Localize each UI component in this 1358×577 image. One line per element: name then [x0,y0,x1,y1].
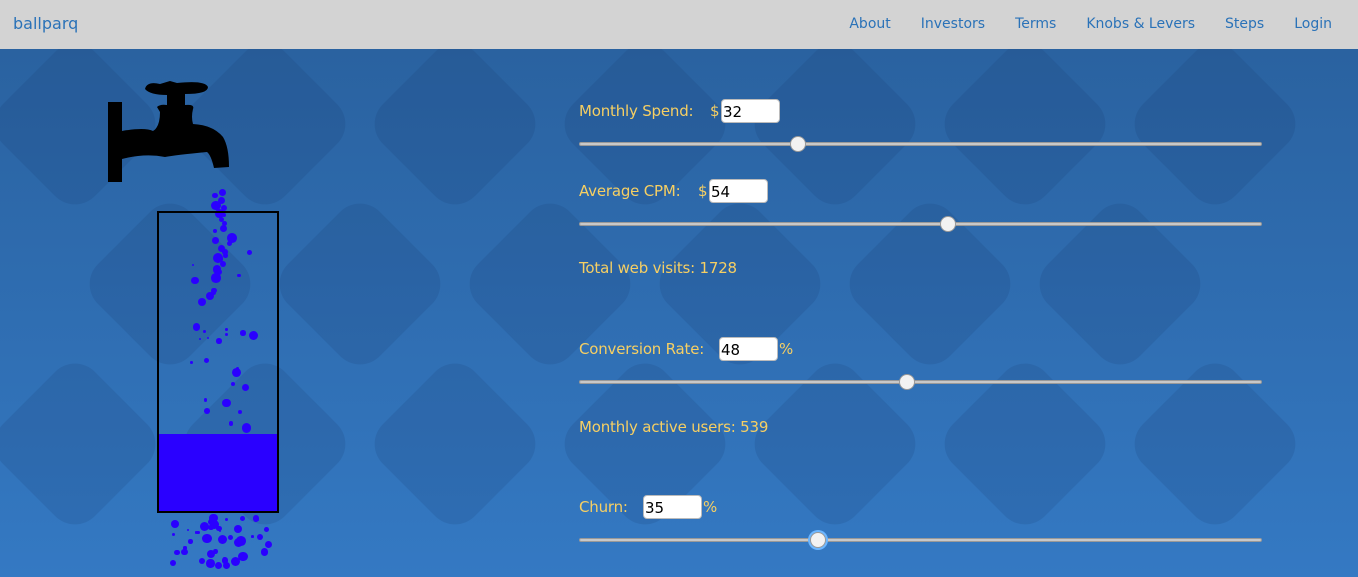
water-droplet [253,515,260,522]
nav-terms[interactable]: Terms [1015,16,1056,32]
total-web-visits: Total web visits: 1728 [579,259,737,277]
nav-steps[interactable]: Steps [1225,16,1264,32]
pattern-diamond [363,49,547,216]
conversion-rate-label: Conversion Rate: [579,340,705,358]
water-droplet [233,525,242,534]
water-level [159,433,277,511]
pattern-diamond [933,49,1117,216]
monthly-spend-label: Monthly Spend: [579,102,694,120]
pattern-diamond [838,192,1022,376]
water-droplet [202,534,212,544]
pattern-diamond [0,352,167,536]
water-droplet [208,524,214,530]
water-droplet [171,532,175,537]
pattern-diamond [743,49,927,216]
nav-links: About Investors Terms Knobs & Levers Ste… [849,16,1332,32]
churn-percent: % [703,498,718,516]
slider-thumb[interactable] [898,374,915,390]
nav-knobs-levers[interactable]: Knobs & Levers [1086,16,1195,32]
pattern-diamond [1028,192,1212,376]
water-droplet [195,530,200,535]
water-droplet [206,559,215,568]
conversion-percent: % [779,340,794,358]
churn-input[interactable]: 35 [643,495,702,519]
churn-label: Churn: [579,498,628,516]
brand-logo[interactable]: ballparq [13,14,78,33]
water-droplet [256,533,263,540]
water-droplet [214,561,222,569]
monthly-spend-input[interactable]: 32 [721,99,780,123]
average-cpm-input[interactable]: 54 [709,179,768,203]
water-tank [157,211,279,513]
water-droplet [186,528,189,531]
nav-about[interactable]: About [849,16,890,32]
average-cpm-slider[interactable] [579,216,1262,232]
pattern-diamond [268,192,452,376]
navbar: ballparq About Investors Terms Knobs & L… [0,0,1358,49]
water-droplet [250,535,254,538]
churn-slider[interactable] [579,532,1262,548]
slider-thumb[interactable] [939,216,956,232]
average-cpm-label: Average CPM: [579,182,681,200]
water-droplet [222,561,230,569]
water-droplet [212,193,218,199]
water-droplet [209,518,213,522]
nav-login[interactable]: Login [1294,16,1332,32]
pattern-diamond [363,352,547,536]
water-droplet [171,520,179,528]
water-droplet [188,539,193,544]
water-droplet [261,548,269,556]
nav-investors[interactable]: Investors [921,16,985,32]
slider-thumb[interactable] [789,136,806,152]
monthly-spend-slider[interactable] [579,136,1262,152]
conversion-rate-input[interactable]: 48 [719,337,778,361]
cpm-currency: $ [698,182,708,200]
main-area: Monthly Spend: $ 32 Average CPM: $ 54 To… [0,49,1358,577]
faucet-icon [108,81,229,182]
monthly-active-users: Monthly active users: 539 [579,418,769,436]
spend-currency: $ [710,102,720,120]
conversion-rate-slider[interactable] [579,374,1262,390]
pattern-diamond [1123,49,1307,216]
water-droplet [174,549,180,556]
